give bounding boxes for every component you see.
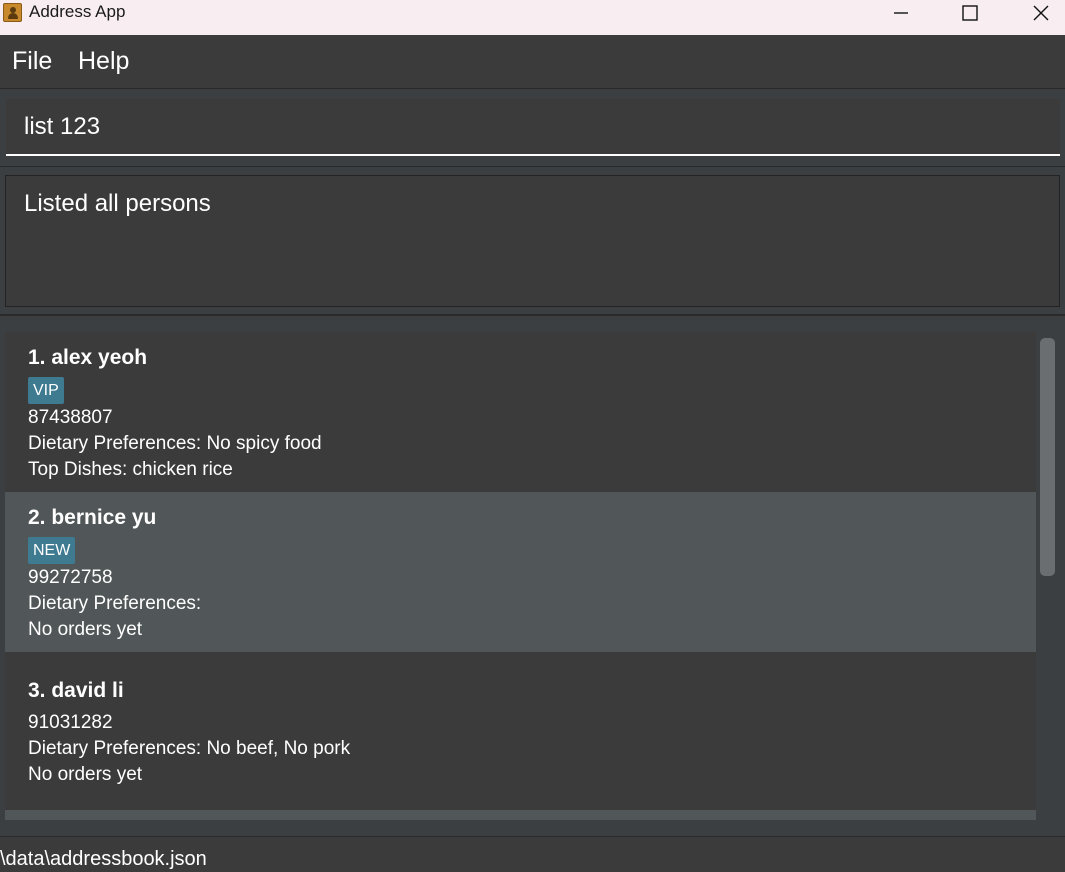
person-phone: 87438807 [28, 407, 113, 428]
person-list[interactable]: 1. alex yeoh VIP 87438807 Dietary Prefer… [5, 332, 1036, 820]
result-area: Listed all persons [0, 166, 1065, 316]
title-bar: Address App [0, 0, 1065, 35]
person-card-selected[interactable]: 2. bernice yu NEW 99272758 Dietary Prefe… [5, 492, 1036, 652]
person-card[interactable]: 3. david li 91031282 Dietary Preferences… [5, 652, 1036, 810]
result-display: Listed all persons [5, 175, 1060, 307]
storage-path: \data\addressbook.json [0, 848, 207, 870]
person-phone: 99272758 [28, 567, 113, 588]
person-card[interactable]: 1. alex yeoh VIP 87438807 Dietary Prefer… [5, 332, 1036, 492]
app-icon [3, 3, 22, 22]
result-message: Listed all persons [24, 190, 211, 217]
minimize-button[interactable] [877, 0, 925, 26]
person-list-panel: 1. alex yeoh VIP 87438807 Dietary Prefer… [0, 318, 1065, 836]
minimize-icon [894, 12, 908, 14]
person-dietary: Dietary Preferences: No spicy food [28, 433, 322, 454]
person-card[interactable] [5, 810, 1036, 820]
close-button[interactable] [1017, 0, 1065, 26]
maximize-icon [962, 5, 978, 21]
person-dietary: Dietary Preferences: [28, 593, 202, 614]
command-input[interactable] [24, 113, 1024, 141]
person-dishes: No orders yet [28, 764, 143, 785]
person-tag: NEW [28, 537, 76, 564]
menu-bar: File Help [0, 35, 1065, 89]
person-dishes: No orders yet [28, 619, 143, 640]
person-phone: 91031282 [28, 712, 113, 733]
menu-file[interactable]: File [12, 47, 52, 76]
person-tag: VIP [28, 377, 64, 404]
person-dietary: Dietary Preferences: No beef, No pork [28, 738, 351, 759]
person-name: 3. david li [28, 679, 124, 702]
person-dishes: Top Dishes: chicken rice [28, 459, 233, 480]
close-icon [1033, 5, 1049, 21]
status-bar: \data\addressbook.json [0, 836, 1065, 872]
menu-help[interactable]: Help [78, 47, 129, 76]
window-title: Address App [29, 2, 126, 21]
list-scrollbar[interactable] [1040, 338, 1055, 576]
person-name: 2. bernice yu [28, 506, 157, 529]
command-area [0, 90, 1065, 165]
person-name: 1. alex yeoh [28, 346, 148, 369]
maximize-button[interactable] [946, 0, 994, 26]
command-box[interactable] [6, 99, 1060, 156]
